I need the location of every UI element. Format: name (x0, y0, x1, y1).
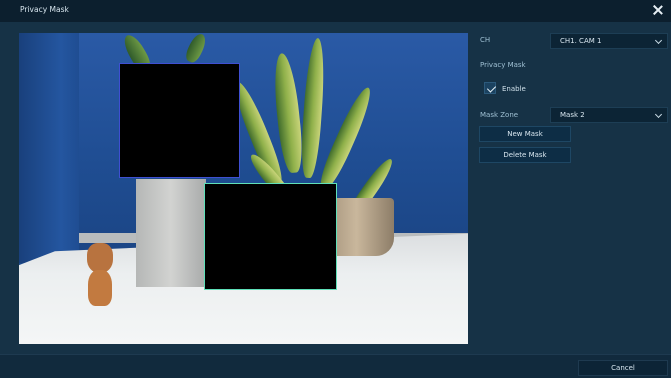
title-bar: Privacy Mask (0, 0, 671, 22)
enable-checkbox[interactable] (484, 82, 496, 94)
chevron-down-icon (654, 110, 663, 119)
ch-dropdown[interactable]: CH1. CAM 1 (550, 33, 668, 49)
footer-bar (0, 354, 671, 378)
privacy-mask-section-title: Privacy Mask (480, 61, 526, 69)
close-icon[interactable] (651, 3, 665, 17)
new-mask-button[interactable]: New Mask (479, 126, 571, 142)
mask-zone-value: Mask 2 (560, 111, 585, 119)
preview-dog-head (87, 243, 113, 273)
privacy-mask-window: Privacy Mask CH CH1. CAM 1 Privacy Mask … (0, 0, 671, 378)
ch-value: CH1. CAM 1 (560, 37, 602, 45)
mask-zone-label: Mask Zone (480, 111, 519, 119)
ch-label: CH (480, 36, 491, 44)
camera-preview[interactable] (19, 33, 468, 344)
cancel-button[interactable]: Cancel (578, 360, 668, 376)
preview-dog-body (88, 270, 112, 306)
mask-region-2[interactable] (204, 183, 337, 290)
delete-mask-button[interactable]: Delete Mask (479, 147, 571, 163)
chevron-down-icon (654, 36, 663, 45)
window-title: Privacy Mask (20, 5, 69, 14)
preview-dog-figurine (85, 243, 115, 308)
preview-pot (136, 179, 206, 287)
mask-zone-dropdown[interactable]: Mask 2 (550, 107, 668, 123)
enable-label: Enable (502, 85, 526, 93)
mask-region-1[interactable] (119, 63, 240, 178)
preview-curtain (19, 33, 79, 263)
